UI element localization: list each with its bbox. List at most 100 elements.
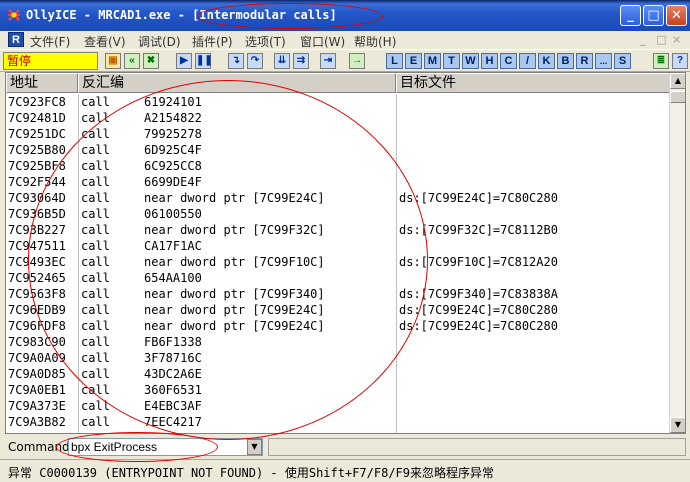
row-address: 7C9251DC (8, 127, 66, 141)
table-row[interactable]: 7C936B5D call 06100550 (6, 206, 671, 222)
table-row[interactable]: 7C92F544 call 6699DE4F (6, 174, 671, 190)
column-disassembly[interactable]: 反汇编 (78, 73, 396, 93)
row-address: 7C983C90 (8, 335, 66, 349)
source-window-button[interactable]: S (614, 53, 631, 69)
command-label: Command (8, 440, 70, 454)
table-row[interactable]: 7C9A0A09 call 3F78716C (6, 350, 671, 366)
row-operand: near dword ptr [7C99F32C] (144, 223, 325, 237)
threads-window-button[interactable]: T (443, 53, 460, 69)
restart-icon[interactable]: « (124, 53, 140, 69)
table-row[interactable]: 7C9493EC call near dword ptr [7C99F10C] ds:… (6, 254, 671, 270)
menu-file[interactable]: 文件(F) (30, 33, 70, 50)
goto-icon[interactable]: → (349, 53, 365, 69)
close-button[interactable]: ✕ (666, 5, 687, 26)
chevron-down-icon[interactable]: ▼ (247, 439, 262, 455)
row-address: 7C9A373E (8, 399, 66, 413)
log-window-button[interactable]: L (386, 53, 403, 69)
cpu-window-button[interactable]: C (500, 53, 517, 69)
column-target[interactable]: 目标文件 (396, 73, 671, 93)
row-operand: 7EEC4217 (144, 415, 202, 429)
intermodular-calls-pane[interactable]: 地址 反汇编 目标文件 7C923FC8 call 61924101 7C92481D… (5, 72, 686, 434)
scroll-thumb[interactable] (670, 91, 685, 103)
row-operand: 6D925C4F (144, 143, 202, 157)
table-row[interactable]: 7C96FDF8 call near dword ptr [7C99E24C] ds:… (6, 318, 671, 334)
row-operand: FB6F1338 (144, 335, 202, 349)
close-program-icon[interactable]: ✖ (143, 53, 159, 69)
table-row[interactable]: 7C947511 call CA17F1AC (6, 238, 671, 254)
column-address[interactable]: 地址 (6, 73, 78, 93)
run-trace-button[interactable]: ... (595, 53, 612, 69)
table-row[interactable]: 7C93064D call near dword ptr [7C99E24C] ds:… (6, 190, 671, 206)
menu-plugins[interactable]: 插件(P) (192, 33, 233, 50)
row-target: ds:[7C99E24C]=7C80C280 (399, 191, 558, 205)
row-opcode: call (81, 207, 110, 221)
table-row[interactable]: 7C96EDB9 call near dword ptr [7C99E24C] ds:… (6, 302, 671, 318)
calls-list: 7C923FC8 call 61924101 7C92481D call A2154822… (6, 94, 671, 430)
modules-window-button[interactable]: E (405, 53, 422, 69)
mdi-minimize-button[interactable]: _ (640, 33, 646, 46)
table-row[interactable]: 7C925BF8 call 6C925CC8 (6, 158, 671, 174)
list-icon[interactable]: ≣ (653, 53, 669, 69)
table-row[interactable]: 7C925B80 call 6D925C4F (6, 142, 671, 158)
pause-icon[interactable]: ❚❚ (195, 53, 213, 69)
command-input[interactable]: bpx ExitProcess (68, 438, 263, 456)
app-menu-icon[interactable]: R (8, 32, 24, 47)
table-row[interactable]: 7C9251DC call 79925278 (6, 126, 671, 142)
handles-window-button[interactable]: H (481, 53, 498, 69)
menu-options[interactable]: 选项(T) (245, 33, 286, 50)
execute-till-return-icon[interactable]: ⇥ (320, 53, 336, 69)
row-address: 7C92481D (8, 111, 66, 125)
table-row[interactable]: 7C9563F8 call near dword ptr [7C99F340] ds:… (6, 286, 671, 302)
windows-window-button[interactable]: W (462, 53, 479, 69)
minimize-button[interactable]: _ (620, 5, 641, 26)
table-row[interactable]: 7C92481D call A2154822 (6, 110, 671, 126)
row-address: 7C9A3B82 (8, 415, 66, 429)
mdi-restore-button[interactable]: □ (656, 33, 666, 46)
scroll-down-icon[interactable]: ▼ (670, 417, 685, 433)
table-row[interactable]: 7C93B227 call near dword ptr [7C99F32C] ds:… (6, 222, 671, 238)
menu-debug[interactable]: 调试(D) (138, 33, 181, 50)
menu-help[interactable]: 帮助(H) (354, 33, 396, 50)
patches-window-button[interactable]: / (519, 53, 536, 69)
maximize-button[interactable]: □ (643, 5, 664, 26)
breakpoints-window-button[interactable]: B (557, 53, 574, 69)
call-stack-button[interactable]: K (538, 53, 555, 69)
step-into-icon[interactable]: ↴ (228, 53, 244, 69)
row-opcode: call (81, 367, 110, 381)
table-row[interactable]: 7C9A0EB1 call 360F6531 (6, 382, 671, 398)
open-icon[interactable]: ▣ (105, 53, 121, 69)
step-over-icon[interactable]: ↷ (247, 53, 263, 69)
row-opcode: call (81, 111, 110, 125)
help-icon[interactable]: ? (672, 53, 688, 69)
toolbar: 暂停 ▣ « ✖ ▶ ❚❚ ↴ ↷ ⇊ ⇉ ⇥ → L E M T W H C … (0, 49, 690, 72)
table-row[interactable]: 7C9A3B82 call 7EEC4217 (6, 414, 671, 430)
mdi-close-button[interactable]: × (672, 33, 681, 46)
row-address: 7C925B80 (8, 143, 66, 157)
title-bar[interactable]: OllyICE - MRCAD1.exe - [Intermodular cal… (0, 0, 690, 31)
row-operand: near dword ptr [7C99F10C] (144, 255, 325, 269)
table-row[interactable]: 7C9A0D85 call 43DC2A6E (6, 366, 671, 382)
table-row[interactable]: 7C9A373E call E4EBC3AF (6, 398, 671, 414)
memory-window-button[interactable]: M (424, 53, 441, 69)
row-operand: 6C925CC8 (144, 159, 202, 173)
trace-over-icon[interactable]: ⇉ (293, 53, 309, 69)
table-row[interactable]: 7C983C90 call FB6F1338 (6, 334, 671, 350)
row-operand: 6699DE4F (144, 175, 202, 189)
menu-view[interactable]: 查看(V) (84, 33, 126, 50)
row-address: 7C947511 (8, 239, 66, 253)
trace-into-icon[interactable]: ⇊ (274, 53, 290, 69)
row-opcode: call (81, 335, 110, 349)
row-address: 7C9A0D85 (8, 367, 66, 381)
table-row[interactable]: 7C923FC8 call 61924101 (6, 94, 671, 110)
vertical-scrollbar[interactable]: ▲ ▼ (669, 73, 685, 433)
status-bar: 异常 C0000139 (ENTRYPOINT NOT FOUND) - 使用S… (0, 459, 690, 482)
window-title-pane: [Intermodular calls] (192, 8, 337, 22)
table-header: 地址 反汇编 目标文件 (6, 73, 671, 93)
run-icon[interactable]: ▶ (176, 53, 192, 69)
menu-window[interactable]: 窗口(W) (300, 33, 345, 50)
table-row[interactable]: 7C952465 call 654AA100 (6, 270, 671, 286)
references-window-button[interactable]: R (576, 53, 593, 69)
scroll-up-icon[interactable]: ▲ (670, 73, 685, 89)
row-operand: near dword ptr [7C99E24C] (144, 319, 325, 333)
row-address: 7C925BF8 (8, 159, 66, 173)
